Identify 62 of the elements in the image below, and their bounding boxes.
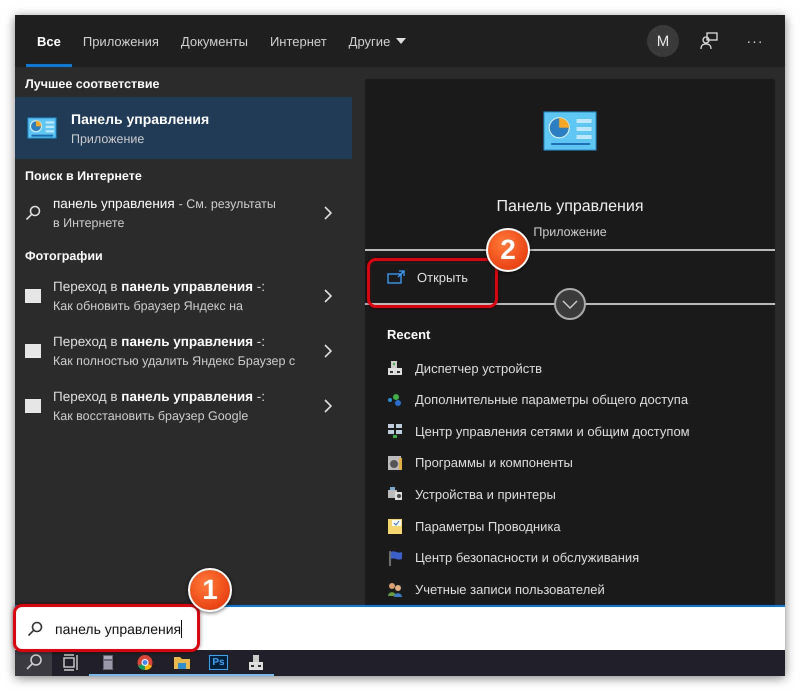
search-icon <box>25 205 41 221</box>
result-item[interactable]: Панель управления Приложение <box>15 97 352 159</box>
recent-item[interactable]: Программы и компоненты <box>365 447 775 479</box>
expand-button[interactable] <box>554 288 586 320</box>
control-panel-icon <box>543 111 597 151</box>
browser-icon <box>136 654 154 670</box>
tab[interactable]: Документы <box>170 15 259 67</box>
flag-icon <box>387 550 403 566</box>
result-title: Панель управления <box>71 110 210 126</box>
result-suffix: - См. результаты <box>178 196 276 211</box>
image-thumbnail-icon <box>25 344 41 358</box>
result-title: панель управления <box>53 196 175 211</box>
chevron-right-icon <box>324 288 332 302</box>
network-dots-icon <box>387 392 403 408</box>
chevron-right-icon <box>324 206 332 220</box>
section-header: Поиск в Интернете <box>24 168 143 185</box>
open-external-icon <box>387 270 405 284</box>
task-view-icon <box>62 654 80 670</box>
search-icon <box>27 620 43 636</box>
recent-item[interactable]: Учетные записи пользователей <box>365 573 775 605</box>
tab[interactable]: Интернет <box>258 15 338 67</box>
chevron-right-icon <box>324 344 332 358</box>
app-title: Панель управления <box>496 198 644 216</box>
recent-item[interactable]: Устройства и принтеры <box>365 478 775 510</box>
result-title: Переход в панель управления -: <box>53 278 266 294</box>
image-thumbnail-icon <box>25 288 41 302</box>
network-icon <box>387 423 403 440</box>
recent-item[interactable]: Дополнительные параметры общего доступа <box>365 384 775 416</box>
printer-icon <box>387 486 403 502</box>
result-title: Переход в панель управления -: <box>53 388 266 404</box>
result-subtitle: Как полностью удалить Яндекс Браузер с <box>53 354 296 368</box>
tab[interactable]: Приложения <box>72 15 170 67</box>
chevron-down-icon <box>562 300 578 309</box>
folder-options-icon <box>387 518 403 534</box>
recent-item[interactable]: Диспетчер устройств <box>365 352 775 384</box>
result-title: Переход в панель управления -: <box>53 334 266 348</box>
recent-item[interactable]: Центр безопасности и обслуживания <box>365 542 775 574</box>
tab[interactable]: Другие <box>338 15 418 67</box>
taskbar-button[interactable] <box>15 650 52 676</box>
app-subtitle: Приложение <box>533 225 607 239</box>
search-icon <box>24 654 42 670</box>
recent-item[interactable]: Центр управления сетями и общим доступом <box>365 415 775 448</box>
section-header: Фотографии <box>24 248 104 265</box>
account-avatar[interactable]: M <box>647 25 679 57</box>
person-feedback-icon <box>700 32 718 50</box>
chevron-right-icon <box>324 398 332 412</box>
result-subtitle: Как обновить браузер Яндекс на <box>53 298 244 312</box>
more-button[interactable]: ··· <box>739 25 771 57</box>
device-icon <box>246 654 264 670</box>
result-subtitle: в Интернете <box>53 216 126 230</box>
section-header: Лучшее соответствие <box>24 76 160 93</box>
result-subtitle: Как восстановить браузер Google <box>53 408 250 422</box>
recent-item[interactable]: Параметры Проводника <box>365 510 775 542</box>
taskbar-button[interactable]: Ps <box>200 650 237 676</box>
result-subtitle: Приложение <box>71 132 146 146</box>
image-thumbnail-icon <box>25 398 41 412</box>
section-header: Recent <box>386 326 432 344</box>
device-icon <box>387 360 403 376</box>
disc-box-icon <box>387 454 403 471</box>
search-field[interactable]: панель управления <box>15 605 785 650</box>
users-icon <box>387 581 403 598</box>
control-panel-icon <box>27 117 57 139</box>
